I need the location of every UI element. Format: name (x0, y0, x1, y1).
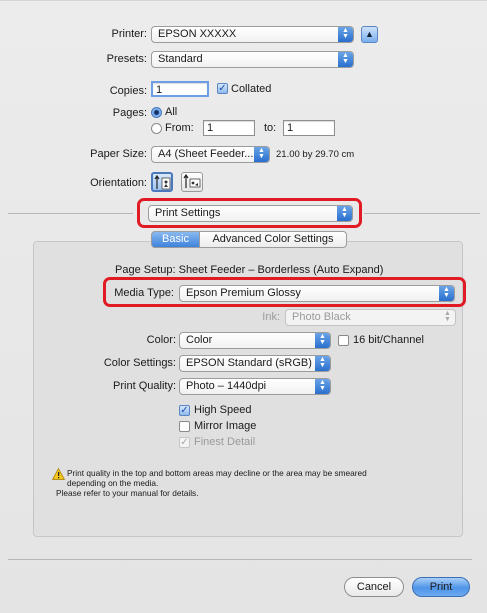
print-button[interactable]: Print (412, 577, 470, 597)
popup-arrows-icon: ▲ ▼ (338, 27, 353, 42)
portrait-icon (154, 175, 171, 190)
color-settings-label: Color Settings: (103, 357, 176, 369)
page-setup-text: Page Setup: Sheet Feeder – Borderless (A… (115, 264, 384, 276)
popup-arrows-icon: ▲ ▼ (338, 52, 353, 67)
finest-detail-label: Finest Detail (194, 436, 256, 448)
pages-label: Pages: (112, 107, 147, 119)
high-speed-checkbox[interactable]: ✓ (179, 405, 190, 416)
color-value: Color (186, 334, 213, 346)
media-type-popup[interactable]: Epson Premium Glossy ▲ ▼ (179, 285, 455, 302)
mirror-image-label: Mirror Image (194, 420, 257, 432)
media-type-label: Media Type: (114, 287, 174, 299)
warning-line-3: Please refer to your manual for details. (56, 488, 199, 498)
16-bit-label: 16 bit/Channel (353, 334, 424, 346)
ink-popup[interactable]: Photo Black ▲ ▼ (285, 309, 456, 326)
separator-right (364, 213, 480, 214)
cancel-button[interactable]: Cancel (344, 577, 404, 597)
collated-checkbox[interactable]: ✓ (217, 83, 228, 94)
tab-basic[interactable]: Basic (151, 231, 200, 248)
print-dialog: Printer: EPSON XXXXX ▲ ▼ ▲ Presets: Stand… (0, 0, 487, 613)
popup-arrows-icon: ▲ ▼ (315, 379, 330, 394)
color-label: Color: (146, 334, 176, 346)
popup-arrows-icon: ▲ ▼ (315, 333, 330, 348)
print-quality-popup[interactable]: Photo – 1440dpi ▲ ▼ (179, 378, 331, 395)
mirror-image-checkbox[interactable] (179, 421, 190, 432)
portrait-button[interactable] (151, 172, 173, 192)
print-settings-popup[interactable]: Print Settings ▲ ▼ (148, 205, 353, 222)
print-quality-value: Photo – 1440dpi (186, 380, 267, 392)
paper-dimensions: 21.00 by 29.70 cm (276, 149, 355, 160)
paper-size-label: Paper Size: (90, 148, 147, 160)
finest-detail-checkbox[interactable]: ✓ (179, 437, 190, 448)
pages-all-label: All (165, 106, 178, 118)
printer-value: EPSON XXXXX (158, 28, 237, 40)
pages-from-input[interactable]: 1 (203, 120, 255, 136)
pages-to-input[interactable]: 1 (283, 120, 335, 136)
pages-from-label: From: (165, 122, 194, 134)
print-quality-label: Print Quality: (113, 380, 176, 392)
warning-line-1: Print quality in the top and bottom area… (67, 468, 367, 478)
popup-arrows-icon: ▲ ▼ (315, 356, 330, 371)
pages-from-radio[interactable] (151, 123, 162, 134)
popup-arrows-icon: ▲ ▼ (439, 286, 454, 301)
ink-label: Ink: (262, 311, 280, 323)
popup-arrows-icon: ▲ ▼ (337, 206, 352, 221)
warning-line-2: depending on the media. (67, 478, 159, 488)
ink-value: Photo Black (292, 311, 351, 323)
popup-arrows-icon: ▲ ▼ (254, 147, 269, 162)
pages-to-label: to: (264, 122, 277, 134)
color-popup[interactable]: Color ▲ ▼ (179, 332, 331, 349)
bottom-separator (8, 559, 472, 560)
collated-label: Collated (231, 83, 272, 95)
presets-label: Presets: (106, 53, 147, 65)
copies-label: Copies: (109, 85, 147, 97)
tab-advanced-color-settings[interactable]: Advanced Color Settings (199, 231, 347, 248)
disclosure-button[interactable]: ▲ (361, 26, 378, 43)
landscape-icon (183, 174, 201, 188)
paper-size-value: A4 (Sheet Feeder... (158, 148, 254, 160)
presets-popup[interactable]: Standard ▲ ▼ (151, 51, 354, 68)
printer-label: Printer: (111, 28, 147, 40)
print-settings-value: Print Settings (155, 207, 221, 219)
landscape-button[interactable] (181, 172, 203, 192)
orientation-label: Orientation: (90, 177, 147, 189)
separator-left (8, 213, 133, 214)
pages-all-radio[interactable] (151, 107, 162, 118)
chevron-up-icon: ▲ (365, 29, 374, 39)
copies-input[interactable]: 1 (151, 81, 209, 97)
warning-icon (52, 468, 65, 480)
paper-size-popup[interactable]: A4 (Sheet Feeder... ▲ ▼ (151, 146, 270, 163)
16-bit-checkbox[interactable] (338, 335, 349, 346)
media-type-value: Epson Premium Glossy (186, 287, 301, 299)
presets-value: Standard (158, 53, 203, 65)
popup-arrows-icon: ▲ ▼ (444, 310, 451, 323)
printer-popup[interactable]: EPSON XXXXX ▲ ▼ (151, 26, 354, 43)
high-speed-label: High Speed (194, 404, 252, 416)
color-settings-value: EPSON Standard (sRGB) (186, 357, 312, 369)
color-settings-popup[interactable]: EPSON Standard (sRGB) ▲ ▼ (179, 355, 331, 372)
